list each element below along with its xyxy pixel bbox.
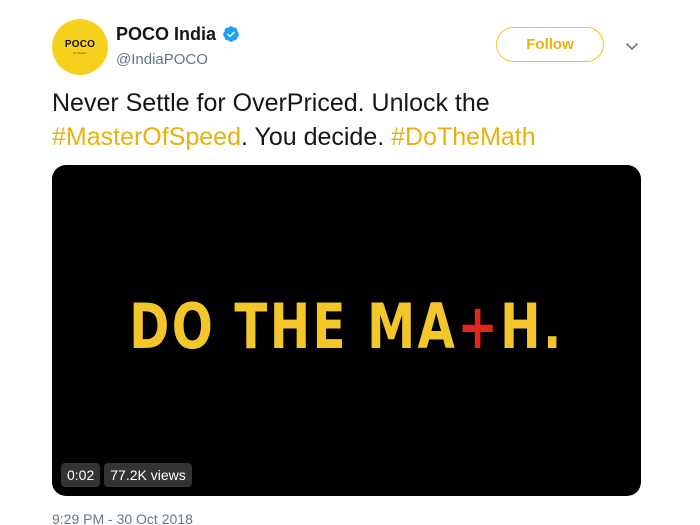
headline-text-part2: H.: [500, 290, 564, 363]
video-duration: 0:02: [61, 463, 101, 487]
display-name[interactable]: POCO India: [116, 23, 216, 45]
video-headline: DO THE MA+H.: [117, 287, 576, 367]
video-stats: 0:02 77.2K views: [61, 463, 192, 487]
video-player[interactable]: DO THE MA+H. 0:02 77.2K views: [52, 165, 641, 496]
tweet-timestamp[interactable]: 9:29 PM - 30 Oct 2018: [52, 511, 193, 525]
avatar-logo-subtext: by Xiaomi: [73, 50, 87, 55]
avatar-logo-text: POCO: [64, 38, 96, 50]
author-handle[interactable]: @IndiaPOCO: [116, 51, 208, 69]
tweet-text: Never Settle for OverPriced. Unlock the …: [52, 86, 652, 154]
headline-plus: +: [457, 290, 501, 363]
hashtag-do-the-math[interactable]: #DoTheMath: [391, 123, 536, 151]
tweet-text-part1: Never Settle for OverPriced. Unlock the: [52, 89, 490, 117]
hashtag-master-of-speed[interactable]: #MasterOfSpeed: [52, 123, 241, 151]
tweet-text-part2: . You decide.: [241, 123, 392, 151]
author-name-row[interactable]: POCO India: [116, 23, 240, 45]
verified-badge-icon: [223, 26, 239, 42]
tweet-card: POCO by Xiaomi POCO India @IndiaPOCO Fol…: [0, 0, 700, 525]
chevron-down-icon[interactable]: [624, 38, 640, 54]
headline-text-part1: DO THE MA: [129, 290, 458, 363]
avatar[interactable]: POCO by Xiaomi: [52, 19, 108, 75]
video-views: 77.2K views: [104, 463, 192, 487]
follow-button[interactable]: Follow: [496, 27, 604, 62]
